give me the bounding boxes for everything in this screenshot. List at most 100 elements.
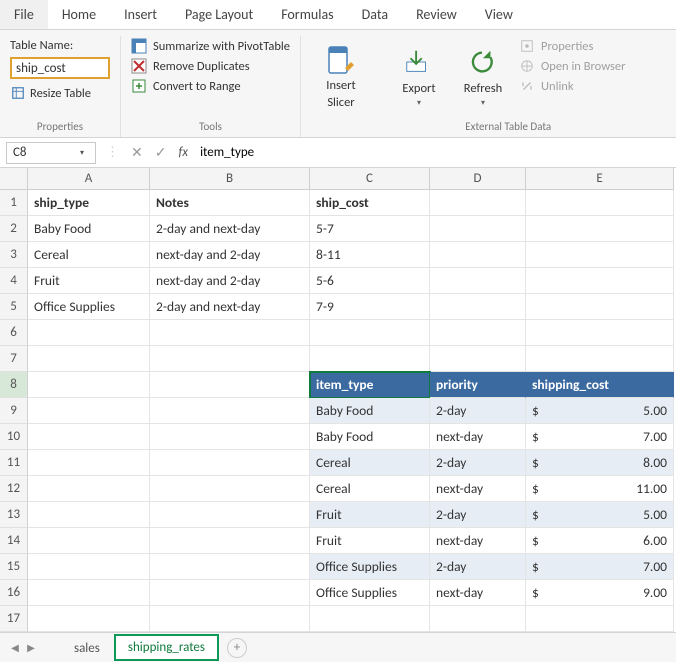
cell-c8[interactable]: item_type bbox=[310, 372, 430, 398]
table-name-input[interactable] bbox=[10, 57, 110, 79]
cell-e5[interactable] bbox=[526, 294, 674, 320]
cell-c4[interactable]: 5-6 bbox=[310, 268, 430, 294]
cell-c17[interactable] bbox=[310, 606, 430, 632]
cell-e10[interactable]: $7.00 bbox=[526, 424, 674, 450]
cell-b16[interactable] bbox=[150, 580, 310, 606]
cell-b1[interactable]: Notes bbox=[150, 190, 310, 216]
cell-d7[interactable] bbox=[430, 346, 526, 372]
row-header-5[interactable]: 5 bbox=[0, 294, 28, 320]
cell-e14[interactable]: $6.00 bbox=[526, 528, 674, 554]
menu-page-layout[interactable]: Page Layout bbox=[171, 0, 267, 29]
cell-d6[interactable] bbox=[430, 320, 526, 346]
cell-a1[interactable]: ship_type bbox=[28, 190, 150, 216]
cell-c10[interactable]: Baby Food bbox=[310, 424, 430, 450]
cell-a10[interactable] bbox=[28, 424, 150, 450]
sheet-nav-prev-icon[interactable]: ◀ bbox=[8, 641, 22, 654]
cell-e7[interactable] bbox=[526, 346, 674, 372]
cell-d14[interactable]: next-day bbox=[430, 528, 526, 554]
select-all-corner[interactable] bbox=[0, 168, 28, 190]
cell-b15[interactable] bbox=[150, 554, 310, 580]
cell-d5[interactable] bbox=[430, 294, 526, 320]
row-header-7[interactable]: 7 bbox=[0, 346, 28, 372]
cell-b7[interactable] bbox=[150, 346, 310, 372]
insert-slicer-button[interactable]: Insert Slicer bbox=[311, 36, 371, 118]
cell-b12[interactable] bbox=[150, 476, 310, 502]
menu-file[interactable]: File bbox=[0, 0, 48, 29]
cell-b5[interactable]: 2-day and next-day bbox=[150, 294, 310, 320]
row-header-14[interactable]: 14 bbox=[0, 528, 28, 554]
row-header-1[interactable]: 1 bbox=[0, 190, 28, 216]
cell-b8[interactable] bbox=[150, 372, 310, 398]
cell-e15[interactable]: $7.00 bbox=[526, 554, 674, 580]
cell-c5[interactable]: 7-9 bbox=[310, 294, 430, 320]
cell-d9[interactable]: 2-day bbox=[430, 398, 526, 424]
cell-e16[interactable]: $9.00 bbox=[526, 580, 674, 606]
row-header-10[interactable]: 10 bbox=[0, 424, 28, 450]
ext-properties-button[interactable]: Properties bbox=[519, 36, 626, 56]
row-header-8[interactable]: 8 bbox=[0, 372, 28, 398]
cell-e6[interactable] bbox=[526, 320, 674, 346]
cell-a11[interactable] bbox=[28, 450, 150, 476]
cell-c3[interactable]: 8-11 bbox=[310, 242, 430, 268]
cell-e1[interactable] bbox=[526, 190, 674, 216]
row-header-3[interactable]: 3 bbox=[0, 242, 28, 268]
row-header-17[interactable]: 17 bbox=[0, 606, 28, 632]
cell-e9[interactable]: $5.00 bbox=[526, 398, 674, 424]
menu-formulas[interactable]: Formulas bbox=[267, 0, 347, 29]
cell-b9[interactable] bbox=[150, 398, 310, 424]
cell-e4[interactable] bbox=[526, 268, 674, 294]
cell-e13[interactable]: $5.00 bbox=[526, 502, 674, 528]
cell-e11[interactable]: $8.00 bbox=[526, 450, 674, 476]
cell-c16[interactable]: Office Supplies bbox=[310, 580, 430, 606]
resize-table-button[interactable]: Resize Table bbox=[10, 85, 110, 101]
cell-a3[interactable]: Cereal bbox=[28, 242, 150, 268]
cell-d2[interactable] bbox=[430, 216, 526, 242]
menu-view[interactable]: View bbox=[471, 0, 527, 29]
cell-d4[interactable] bbox=[430, 268, 526, 294]
cell-d3[interactable] bbox=[430, 242, 526, 268]
cell-b6[interactable] bbox=[150, 320, 310, 346]
cell-a5[interactable]: Office Supplies bbox=[28, 294, 150, 320]
cell-c1[interactable]: ship_cost bbox=[310, 190, 430, 216]
cell-d10[interactable]: next-day bbox=[430, 424, 526, 450]
cell-a14[interactable] bbox=[28, 528, 150, 554]
cell-c7[interactable] bbox=[310, 346, 430, 372]
cell-d15[interactable]: 2-day bbox=[430, 554, 526, 580]
cell-b10[interactable] bbox=[150, 424, 310, 450]
col-header-c[interactable]: C bbox=[310, 168, 430, 190]
row-header-11[interactable]: 11 bbox=[0, 450, 28, 476]
cell-d1[interactable] bbox=[430, 190, 526, 216]
summarize-pivottable-button[interactable]: Summarize with PivotTable bbox=[131, 36, 290, 56]
fx-cancel-icon[interactable]: ✕ bbox=[125, 144, 149, 161]
fx-accept-icon[interactable]: ✓ bbox=[149, 144, 173, 161]
cell-e12[interactable]: $11.00 bbox=[526, 476, 674, 502]
cell-a8[interactable] bbox=[28, 372, 150, 398]
col-header-b[interactable]: B bbox=[150, 168, 310, 190]
name-box[interactable]: C8 ▾ bbox=[6, 142, 96, 164]
row-header-6[interactable]: 6 bbox=[0, 320, 28, 346]
cell-c15[interactable]: Office Supplies bbox=[310, 554, 430, 580]
row-header-15[interactable]: 15 bbox=[0, 554, 28, 580]
refresh-button[interactable]: Refresh ▾ bbox=[455, 36, 511, 118]
cell-d16[interactable]: next-day bbox=[430, 580, 526, 606]
add-sheet-button[interactable]: + bbox=[227, 638, 247, 658]
cell-b4[interactable]: next-day and 2-day bbox=[150, 268, 310, 294]
cell-c9[interactable]: Baby Food bbox=[310, 398, 430, 424]
col-header-a[interactable]: A bbox=[28, 168, 150, 190]
cell-a13[interactable] bbox=[28, 502, 150, 528]
cell-a17[interactable] bbox=[28, 606, 150, 632]
name-box-dropdown-icon[interactable]: ▾ bbox=[75, 148, 89, 158]
row-header-12[interactable]: 12 bbox=[0, 476, 28, 502]
remove-duplicates-button[interactable]: Remove Duplicates bbox=[131, 56, 290, 76]
cell-c14[interactable]: Fruit bbox=[310, 528, 430, 554]
row-header-13[interactable]: 13 bbox=[0, 502, 28, 528]
open-browser-button[interactable]: Open in Browser bbox=[519, 56, 626, 76]
menu-home[interactable]: Home bbox=[48, 0, 110, 29]
cell-c2[interactable]: 5-7 bbox=[310, 216, 430, 242]
cell-a16[interactable] bbox=[28, 580, 150, 606]
cell-b13[interactable] bbox=[150, 502, 310, 528]
col-header-e[interactable]: E bbox=[526, 168, 674, 190]
cell-d11[interactable]: 2-day bbox=[430, 450, 526, 476]
cell-a12[interactable] bbox=[28, 476, 150, 502]
sheet-tab-shipping-rates[interactable]: shipping_rates bbox=[114, 634, 219, 661]
